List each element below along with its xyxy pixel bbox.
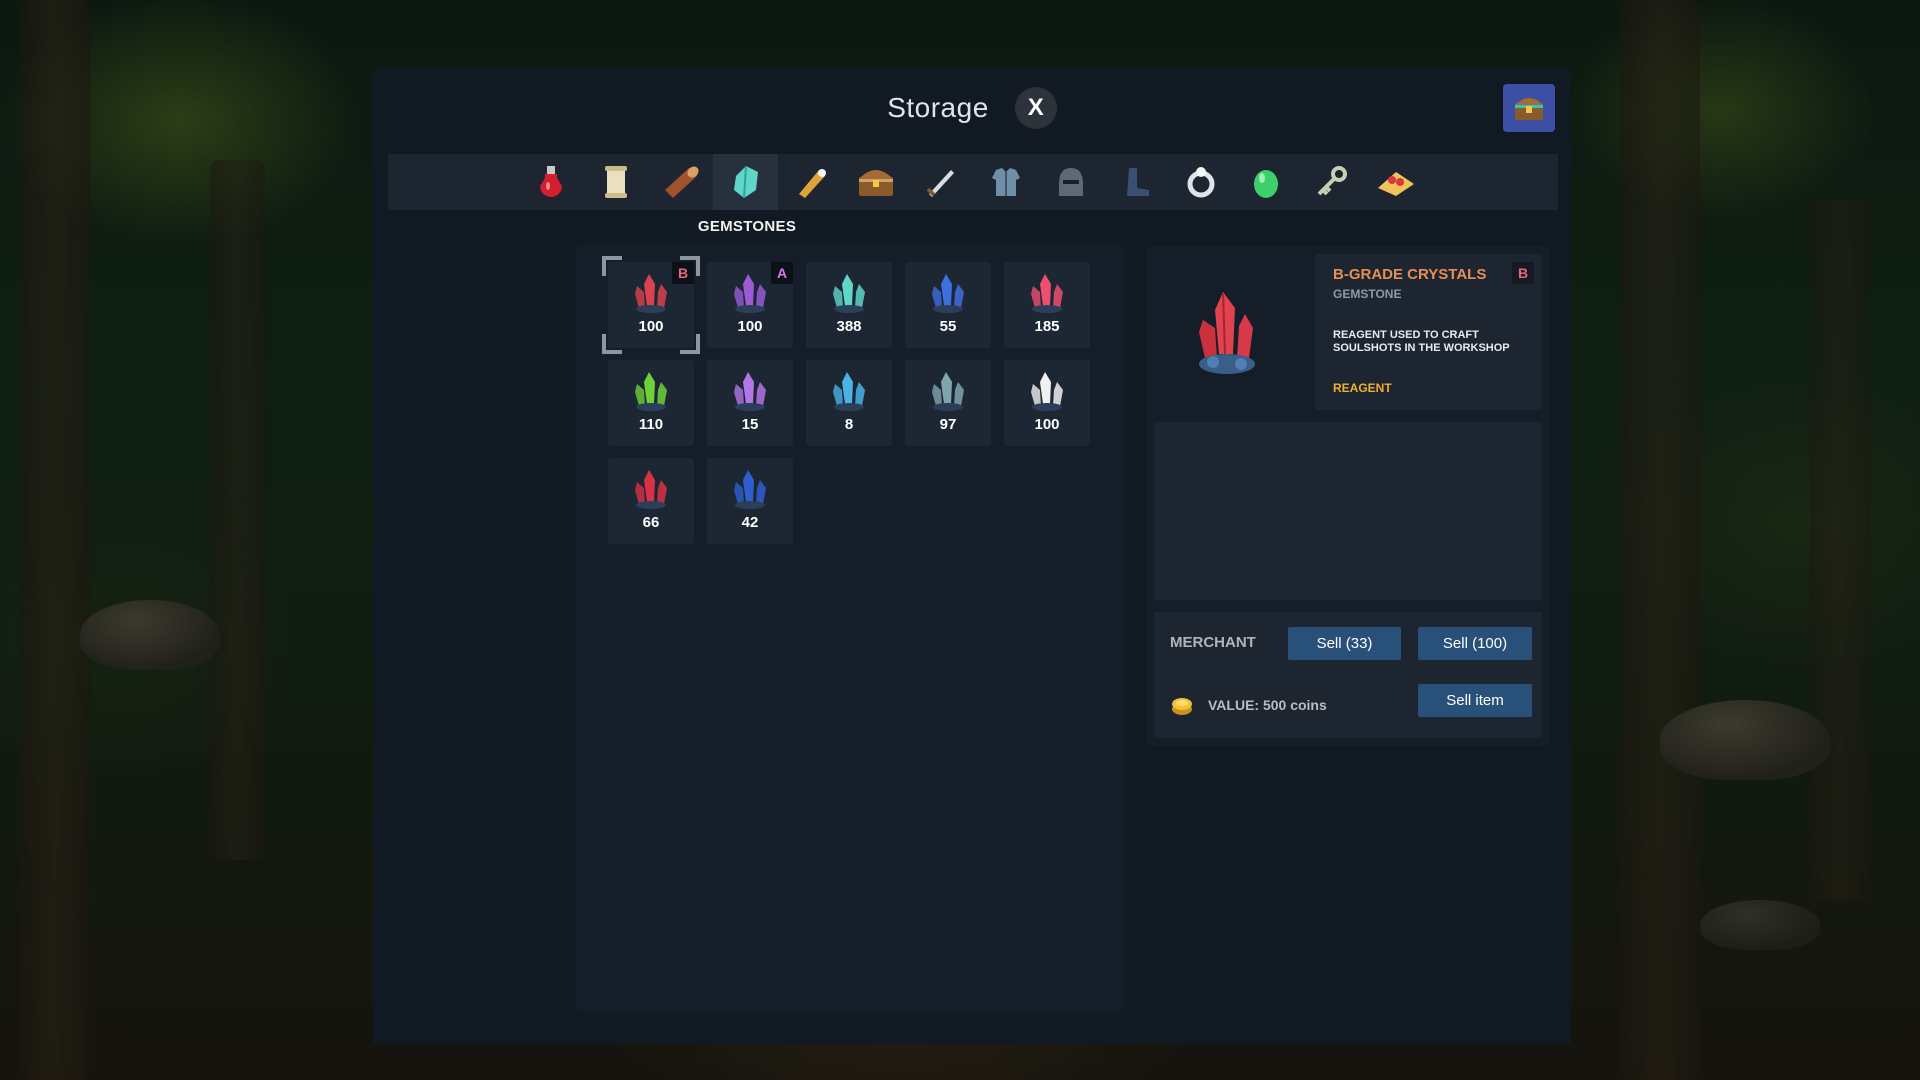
armor-icon <box>991 168 1020 196</box>
crystal-icon <box>728 466 772 510</box>
window-title: Storage <box>887 92 989 123</box>
selection-corner-br <box>680 334 700 354</box>
item-quantity: 15 <box>741 416 759 433</box>
grade-badge: A <box>771 262 793 284</box>
sell-33-button[interactable]: Sell (33) <box>1288 627 1401 660</box>
tab-rings[interactable] <box>1168 154 1233 210</box>
item-quantity: 100 <box>1034 416 1060 433</box>
item-quantity: 66 <box>642 514 660 531</box>
coins-icon <box>1172 698 1192 715</box>
tab-boots[interactable] <box>1103 154 1168 210</box>
crystal-icon <box>827 270 871 314</box>
inventory-slot[interactable]: 42 <box>707 458 793 544</box>
item-type: GEMSTONE <box>1333 287 1402 301</box>
storage-chest-button[interactable] <box>1503 84 1555 132</box>
item-quantity: 8 <box>844 416 854 433</box>
item-quantity: 185 <box>1034 318 1060 335</box>
sword-icon <box>926 170 954 197</box>
tab-tubes[interactable] <box>778 154 843 210</box>
inventory-slot[interactable]: 100 <box>1004 360 1090 446</box>
treasure-chest-icon <box>1515 98 1543 120</box>
tab-keys[interactable] <box>1298 154 1363 210</box>
item-grade-badge: B <box>1512 262 1534 284</box>
inventory-slot[interactable]: 388 <box>806 262 892 348</box>
gemstone-icon <box>733 165 758 199</box>
selection-corner-tl <box>602 256 622 276</box>
potion-icon <box>539 166 562 197</box>
title-bar: Storage X <box>373 68 1571 148</box>
crystal-icon <box>926 270 970 314</box>
inventory-slot[interactable]: 15 <box>707 360 793 446</box>
ring-icon <box>1187 167 1214 198</box>
tab-chests[interactable] <box>843 154 908 210</box>
item-quantity: 97 <box>939 416 957 433</box>
item-quantity: 110 <box>638 416 664 433</box>
crystal-icon <box>1025 270 1069 314</box>
inventory-slot[interactable]: 185 <box>1004 262 1090 348</box>
item-description: REAGENT USED TO CRAFT SOULSHOTS IN THE W… <box>1333 329 1510 354</box>
tab-helmets[interactable] <box>1038 154 1103 210</box>
egg-icon <box>1253 170 1278 198</box>
tab-scrolls[interactable] <box>583 154 648 210</box>
item-extra-area <box>1154 422 1542 600</box>
inventory-slot[interactable]: 110 <box>608 360 694 446</box>
tab-food[interactable] <box>1363 154 1428 210</box>
tab-armor[interactable] <box>973 154 1038 210</box>
key-icon <box>1317 166 1347 196</box>
item-info: B-GRADE CRYSTALS GEMSTONE REAGENT USED T… <box>1315 254 1542 410</box>
crystal-icon <box>1025 368 1069 412</box>
sell-100-button[interactable]: Sell (100) <box>1418 627 1532 660</box>
inventory-slot[interactable]: 66 <box>608 458 694 544</box>
value-text: VALUE: 500 coins <box>1208 697 1327 713</box>
selection-corner-tr <box>680 256 700 276</box>
inventory-slot[interactable]: 97 <box>905 360 991 446</box>
storage-window: Storage X GEMSTONES 100 B 100 A 388 55 1… <box>373 68 1571 1044</box>
scroll-icon <box>604 166 627 198</box>
selection-corner-bl <box>602 334 622 354</box>
inventory-slot[interactable]: 100 B <box>602 256 700 354</box>
item-quantity: 100 <box>638 318 664 335</box>
tube-icon <box>798 169 826 198</box>
category-label: GEMSTONES <box>697 218 797 235</box>
red-crystal-icon <box>1199 291 1255 374</box>
close-button[interactable]: X <box>1014 87 1057 129</box>
crystal-icon <box>728 368 772 412</box>
tab-gemstones[interactable] <box>713 154 778 210</box>
crystal-icon <box>629 368 673 412</box>
tab-potions[interactable] <box>518 154 583 210</box>
crystal-icon <box>629 270 673 314</box>
inventory-grid: 100 B 100 A 388 55 185 110 15 8 97 100 66 42 <box>576 244 1124 1012</box>
food-icon <box>1377 172 1414 196</box>
inventory-slot[interactable]: 100 A <box>707 262 793 348</box>
log-icon <box>664 166 699 198</box>
inventory-slot[interactable]: 55 <box>905 262 991 348</box>
item-quantity: 42 <box>741 514 759 531</box>
item-detail-panel: B-GRADE CRYSTALS GEMSTONE REAGENT USED T… <box>1146 246 1550 746</box>
category-tabs <box>388 154 1558 210</box>
tab-eggs[interactable] <box>1233 154 1298 210</box>
item-name: B-GRADE CRYSTALS <box>1333 266 1487 283</box>
item-value: VALUE: 500 coins <box>1170 694 1327 716</box>
crystal-icon <box>728 270 772 314</box>
boots-icon <box>1126 168 1149 196</box>
crystal-icon <box>629 466 673 510</box>
sell-item-button[interactable]: Sell item <box>1418 684 1532 717</box>
crystal-icon <box>827 368 871 412</box>
inventory-slot[interactable]: 8 <box>806 360 892 446</box>
item-quantity: 55 <box>939 318 957 335</box>
chest-icon <box>858 170 893 196</box>
merchant-label: MERCHANT <box>1170 634 1256 651</box>
item-quantity: 388 <box>836 318 862 335</box>
item-quantity: 100 <box>737 318 763 335</box>
tab-materials[interactable] <box>648 154 713 210</box>
item-tag: REAGENT <box>1333 381 1392 395</box>
merchant-section: MERCHANT Sell (33) Sell (100) VALUE: 500… <box>1154 612 1542 738</box>
tab-weapons[interactable] <box>908 154 973 210</box>
helmet-icon <box>1058 168 1083 196</box>
item-preview <box>1154 254 1304 410</box>
crystal-icon <box>926 368 970 412</box>
